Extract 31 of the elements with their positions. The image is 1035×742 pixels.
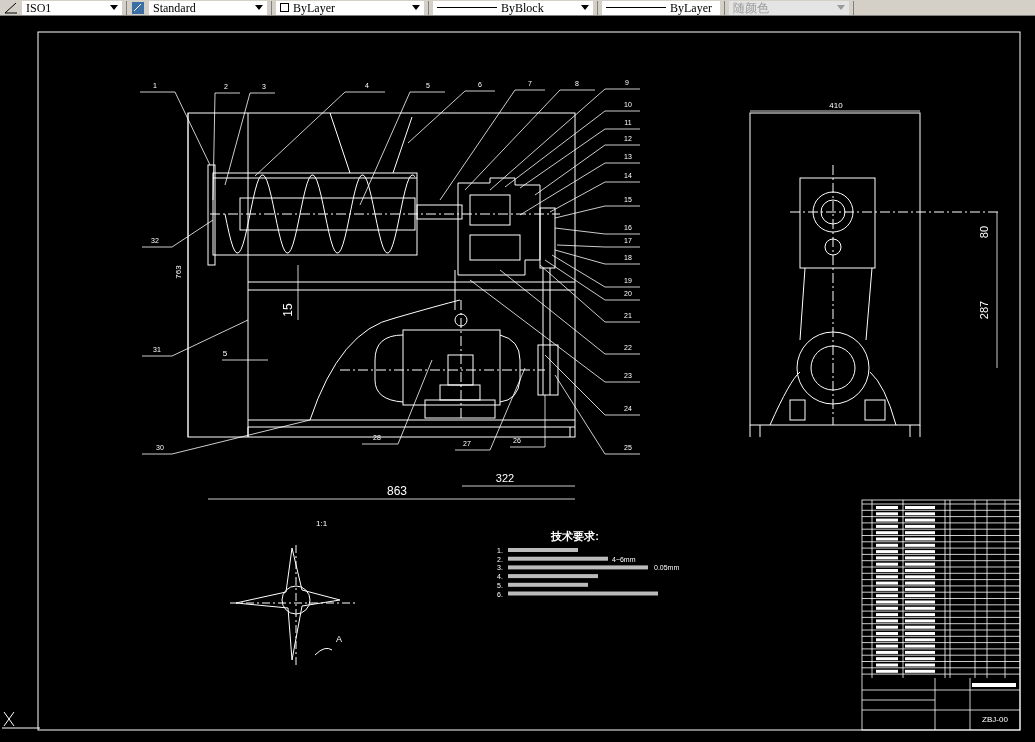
detail-scale-label: 1:1 xyxy=(316,519,328,528)
dimension-text: 5 xyxy=(222,349,228,358)
dimension-text: 863 xyxy=(387,484,407,498)
dimension-text: 287 xyxy=(978,300,990,320)
illegible-text-drawing xyxy=(508,548,578,552)
dimension-line xyxy=(221,359,269,361)
toolbar-dropdown[interactable]: ISO1 xyxy=(22,0,122,15)
caret-icon xyxy=(255,5,263,10)
dimension-text: 80 xyxy=(978,225,990,239)
dimension-line xyxy=(297,264,299,321)
dimension-text: 322 xyxy=(495,472,515,484)
toolbar-dropdown[interactable]: ByLayer xyxy=(602,0,720,15)
detail-mark: A xyxy=(336,634,342,644)
caret-icon xyxy=(110,5,118,10)
caret-icon xyxy=(412,5,420,10)
line-sample xyxy=(606,7,666,8)
caret-icon xyxy=(837,5,845,10)
dimension-text: 410 xyxy=(829,101,843,110)
ucs-icon xyxy=(1,711,41,729)
toolbar-dropdown[interactable]: ByLayer xyxy=(276,0,424,15)
color-swatch xyxy=(280,3,289,12)
dimension-style-icon xyxy=(4,0,18,15)
drawing-number: ZBJ-00 xyxy=(982,715,1008,724)
dimension-text: 763 xyxy=(174,265,183,279)
text-style-icon xyxy=(131,0,145,15)
caret-icon xyxy=(581,5,589,10)
notes-title: 技术要求: xyxy=(551,530,599,542)
toolbar-dropdown[interactable]: Standard xyxy=(149,0,267,15)
toolbar-dropdown[interactable]: ByBlock xyxy=(433,0,593,15)
dimension-text: 15 xyxy=(281,303,295,317)
line-sample xyxy=(437,7,497,8)
